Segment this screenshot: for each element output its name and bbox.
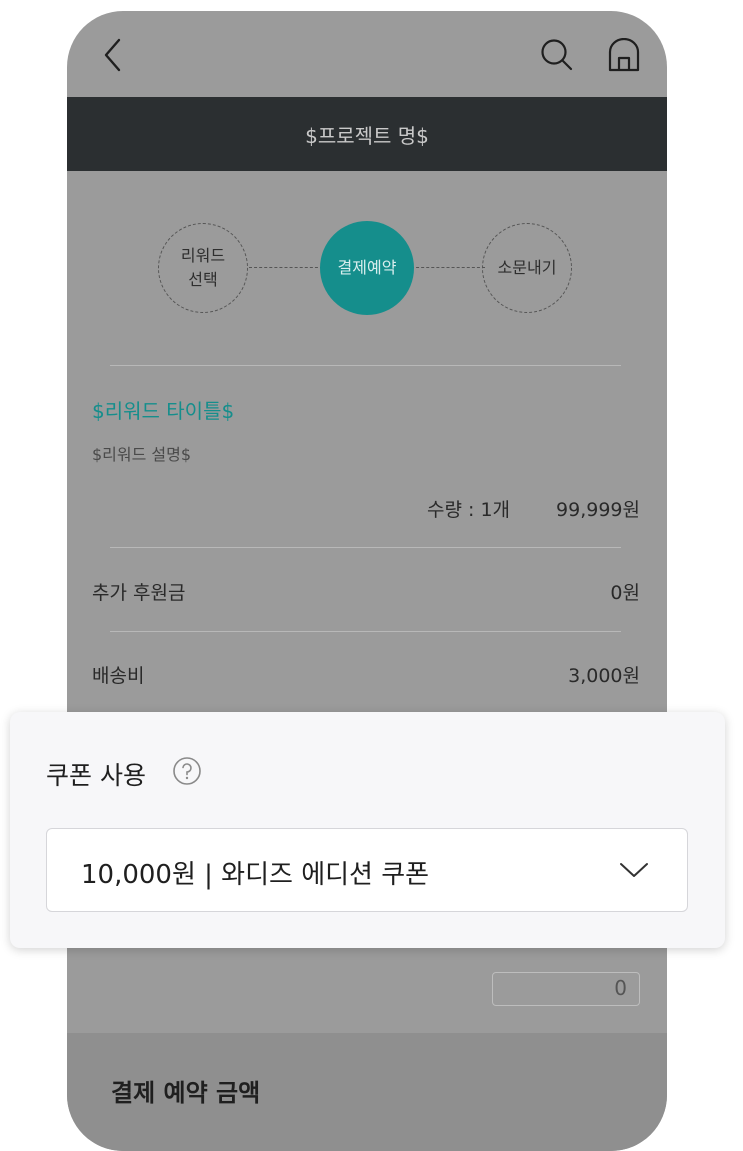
project-title: $프로젝트 명$ <box>305 123 429 148</box>
shipping-value: 3,000원 <box>568 665 640 687</box>
step-reward-select: 리워드 선택 <box>158 223 248 313</box>
search-icon <box>541 39 573 71</box>
step-connector <box>411 267 485 268</box>
payment-summary-title: 결제 예약 금액 <box>111 1079 261 1107</box>
reward-description: $리워드 설명$ <box>92 445 192 464</box>
payment-summary-section: 결제 예약 금액 <box>67 1033 667 1151</box>
coupon-panel: 쿠폰 사용 10,000원 | 와디즈 에디션 쿠폰 <box>10 712 725 948</box>
home-button[interactable] <box>604 35 644 75</box>
search-button[interactable] <box>537 35 577 75</box>
coupon-selected-value: 10,000원 | 와디즈 에디션 쿠폰 <box>81 860 430 890</box>
reward-price: 99,999원 <box>556 499 640 521</box>
coupon-select[interactable]: 10,000원 | 와디즈 에디션 쿠폰 <box>46 828 688 912</box>
step-share: 소문내기 <box>482 223 572 313</box>
question-circle-icon <box>173 757 201 785</box>
chevron-down-icon <box>620 863 648 877</box>
step-label: 소문내기 <box>497 258 557 277</box>
coupon-label: 쿠폰 사용 <box>46 761 146 790</box>
home-icon <box>608 38 640 72</box>
shipping-label: 배송비 <box>92 665 145 687</box>
back-button[interactable] <box>95 35 131 75</box>
divider <box>110 631 621 632</box>
step-payment-reservation: 결제예약 <box>320 221 414 315</box>
chevron-left-icon <box>104 38 121 72</box>
step-label: 결제예약 <box>337 258 397 277</box>
phone-screen: $프로젝트 명$ 리워드 선택 결제예약 소문내기 $리워드 타이틀$ $리워드… <box>67 11 667 1151</box>
step-connector <box>249 267 323 268</box>
divider <box>110 547 621 548</box>
top-navigation-bar <box>67 11 667 97</box>
point-amount-input[interactable]: 0 <box>492 972 640 1006</box>
project-title-bar: $프로젝트 명$ <box>67 97 667 171</box>
step-indicator: 리워드 선택 결제예약 소문내기 <box>67 171 667 361</box>
divider <box>110 365 621 366</box>
extra-donation-value: 0원 <box>610 582 640 604</box>
reward-quantity: 수량 : 1개 <box>427 499 511 521</box>
extra-donation-label: 추가 후원금 <box>92 582 186 604</box>
step-label: 리워드 선택 <box>180 246 226 289</box>
reward-title: $리워드 타이틀$ <box>92 399 235 423</box>
coupon-help-button[interactable] <box>172 756 202 786</box>
